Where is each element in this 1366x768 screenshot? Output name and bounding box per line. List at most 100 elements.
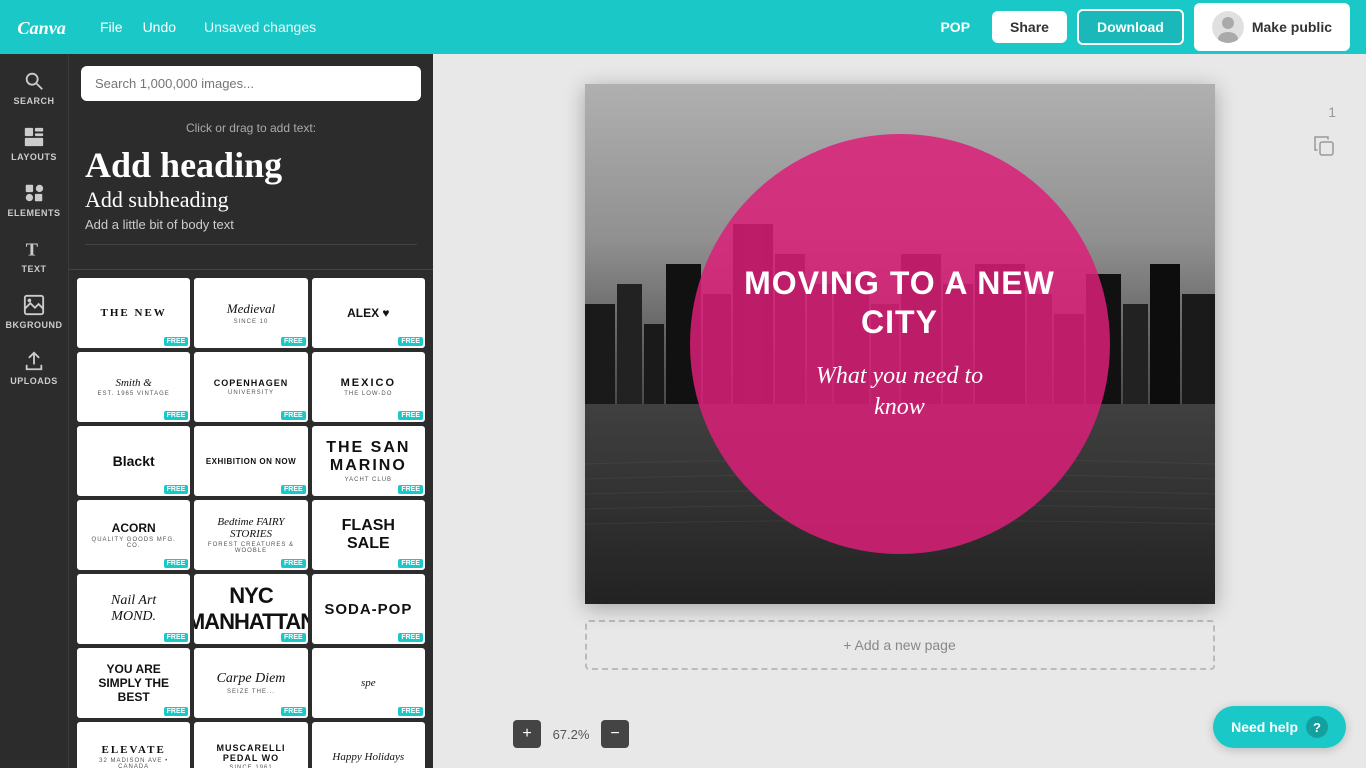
free-badge: FREE — [398, 337, 423, 346]
canvas-title: MOVING TO A NEW CITY — [730, 264, 1070, 341]
add-subheading[interactable]: Add subheading — [85, 187, 417, 213]
font-item[interactable]: Smith &EST. 1965 VINTAGEFREE — [77, 352, 190, 422]
font-item[interactable]: NYC MANHATTANFREE — [194, 574, 307, 644]
font-item[interactable]: MedievalSINCE 10FREE — [194, 278, 307, 348]
font-item[interactable]: BlacktFREE — [77, 426, 190, 496]
font-label: Medieval — [227, 301, 275, 317]
font-item[interactable]: ALEX ♥ FREE — [312, 278, 425, 348]
add-heading[interactable]: Add heading — [85, 147, 417, 183]
free-badge: FREE — [281, 411, 306, 420]
font-sublabel: EST. 1965 VINTAGE — [98, 391, 170, 397]
zoom-out-button[interactable]: − — [601, 720, 629, 748]
font-item[interactable]: MUSCARELLI PEDAL WOSINCE 1961FREE — [194, 722, 307, 768]
pop-button[interactable]: POP — [928, 13, 982, 41]
unsaved-changes: Unsaved changes — [196, 15, 324, 39]
font-label: Nail Art MOND. — [87, 593, 180, 625]
panel: Click or drag to add text: Add heading A… — [68, 54, 433, 768]
make-public-button[interactable]: Make public — [1194, 3, 1350, 51]
font-label: COPENHAGEN — [214, 378, 289, 388]
sidebar-item-background[interactable]: BKGROUND — [2, 286, 66, 338]
font-label: MUSCARELLI PEDAL WO — [204, 743, 297, 763]
svg-text:Canva: Canva — [17, 18, 66, 38]
free-badge: FREE — [398, 485, 423, 494]
sidebar-layouts-label: LAYOUTS — [11, 152, 57, 162]
sidebar-item-uploads[interactable]: UPLOADS — [2, 342, 66, 394]
font-sublabel: UNIVERSITY — [228, 390, 274, 396]
font-label: Smith & — [115, 377, 151, 389]
font-label: ACORN — [112, 521, 156, 535]
sidebar-background-label: BKGROUND — [6, 320, 63, 330]
canvas-area: 1 — [433, 54, 1366, 768]
font-sublabel: YACHT CLUB — [345, 477, 392, 483]
free-badge: FREE — [164, 559, 189, 568]
canvas-subtitle: What you need to know — [816, 361, 983, 423]
font-sublabel: SINCE 10 — [234, 319, 269, 325]
share-button[interactable]: Share — [992, 11, 1067, 43]
font-item[interactable]: Bedtime FAIRY STORIES FOREST CREATURES & … — [194, 500, 307, 570]
font-item[interactable]: SODA-POPFREE — [312, 574, 425, 644]
font-label: EXHIBITION ON NOW — [206, 457, 296, 466]
panel-search — [69, 54, 433, 113]
file-menu[interactable]: File — [92, 15, 131, 39]
sidebar-item-search[interactable]: SEARCH — [2, 62, 66, 114]
text-hint: Click or drag to add text: — [85, 121, 417, 135]
font-item[interactable]: MEXICOTHE LOW-DOFREE — [312, 352, 425, 422]
add-body-text[interactable]: Add a little bit of body text — [85, 217, 417, 232]
font-item[interactable]: FLASH SALEFREE — [312, 500, 425, 570]
font-item[interactable]: THE SAN MARINO YACHT CLUB FREE — [312, 426, 425, 496]
canva-logo[interactable]: Canva — [16, 12, 76, 42]
font-item[interactable]: THE NEWFREE — [77, 278, 190, 348]
canvas-page[interactable]: MOVING TO A NEW CITY What you need to kn… — [585, 84, 1215, 604]
font-item[interactable]: YOU ARE SIMPLY THE BEST FREE — [77, 648, 190, 718]
topbar-nav: File Undo Unsaved changes — [92, 15, 324, 39]
sidebar-item-layouts[interactable]: LAYOUTS — [2, 118, 66, 170]
free-badge: FREE — [164, 485, 189, 494]
help-icon: ? — [1306, 716, 1328, 738]
font-item[interactable]: Carpe DiemSeize the...FREE — [194, 648, 307, 718]
font-item[interactable]: EXHIBITION ON NOW FREE — [194, 426, 307, 496]
font-label: SODA-POP — [324, 601, 412, 618]
font-label: Carpe Diem — [217, 671, 286, 687]
free-badge: FREE — [281, 485, 306, 494]
undo-button[interactable]: Undo — [135, 15, 184, 39]
search-icon — [23, 70, 45, 92]
page-number: 1 — [1328, 104, 1336, 120]
svg-text:T: T — [26, 239, 38, 259]
font-item[interactable]: ELEVATE32 MADISON AVE • CANADA — [77, 722, 190, 768]
add-new-page[interactable]: + Add a new page — [585, 620, 1215, 670]
font-sublabel: THE LOW-DO — [344, 391, 392, 397]
topbar-right: POP Share Download Make public — [928, 3, 1350, 51]
sidebar-uploads-label: UPLOADS — [10, 376, 58, 386]
sidebar-elements-label: ELEMENTS — [7, 208, 60, 218]
sidebar-search-label: SEARCH — [13, 96, 54, 106]
copy-icon[interactable] — [1312, 134, 1336, 163]
elements-icon — [23, 182, 45, 204]
font-item[interactable]: speFREE — [312, 648, 425, 718]
font-sublabel: Seize the... — [227, 689, 275, 695]
zoom-in-button[interactable]: + — [513, 720, 541, 748]
zoom-level: 67.2% — [549, 727, 593, 742]
free-badge: FREE — [398, 707, 423, 716]
font-label: THE NEW — [101, 307, 167, 319]
free-badge: FREE — [281, 559, 306, 568]
need-help-button[interactable]: Need help ? — [1213, 706, 1346, 748]
uploads-icon — [23, 350, 45, 372]
sidebar-item-text[interactable]: T TEXT — [2, 230, 66, 282]
font-item[interactable]: Nail Art MOND.FREE — [77, 574, 190, 644]
icon-sidebar: SEARCH LAYOUTS ELEMENTS T TEXT — [0, 54, 68, 768]
font-item[interactable]: Happy HolidaysFREE — [312, 722, 425, 768]
font-label: ELEVATE — [101, 744, 165, 756]
font-sublabel: FOREST CREATURES & WOOBLE — [204, 542, 297, 554]
free-badge: FREE — [164, 707, 189, 716]
sidebar-item-elements[interactable]: ELEMENTS — [2, 174, 66, 226]
font-label: THE SAN MARINO — [322, 439, 415, 475]
font-item[interactable]: COPENHAGEN UNIVERSITY FREE — [194, 352, 307, 422]
main-layout: SEARCH LAYOUTS ELEMENTS T TEXT — [0, 54, 1366, 768]
font-label: ALEX ♥ — [347, 306, 389, 320]
font-item[interactable]: ACORNQUALITY GOODS MFG. CO.FREE — [77, 500, 190, 570]
free-badge: FREE — [398, 411, 423, 420]
search-input[interactable] — [81, 66, 421, 101]
download-button[interactable]: Download — [1077, 9, 1184, 45]
font-label: YOU ARE SIMPLY THE BEST — [87, 662, 180, 704]
font-label: Bedtime FAIRY STORIES — [204, 516, 297, 540]
